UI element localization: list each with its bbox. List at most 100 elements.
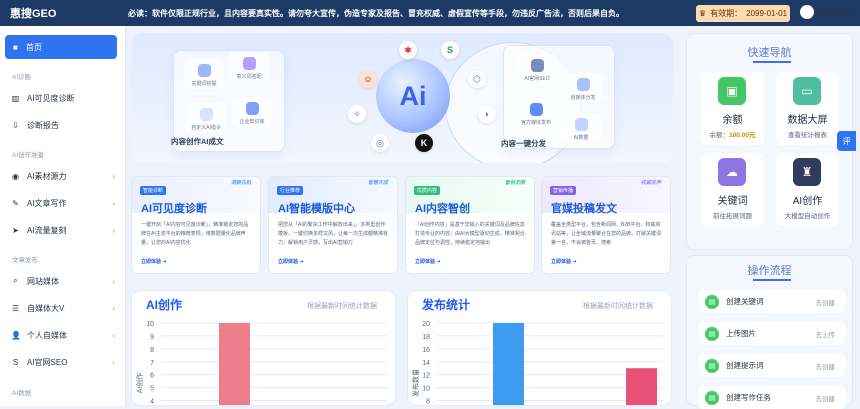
sidebar-item-report[interactable]: ⇩ 诊断报告: [6, 115, 118, 135]
ai-icon: ♜: [793, 158, 821, 186]
sidebar-item-home[interactable]: ■ 首页: [5, 35, 117, 59]
flow-step[interactable]: ▤ 创建提示词 去创建: [699, 354, 845, 377]
step-action[interactable]: 去创建: [816, 393, 836, 403]
tile-ai-create[interactable]: ♜ AI创作 大模型自动创作: [776, 153, 839, 226]
hero-mini-kb: 企业知识库: [232, 97, 272, 127]
edit-icon: ✎: [12, 198, 19, 208]
y-tick-label: 8: [150, 347, 154, 354]
model-logo-icon: ⬡: [468, 70, 486, 88]
sidebar: ■ 首页 AI诊断 ▥ AI可见度诊断 ⇩ 诊断报告 AI创作准备 ◉ AI素材源力 ‹…: [0, 26, 126, 406]
feature-tag: 智能诊断: [140, 186, 167, 195]
sidebar-item-official-seo[interactable]: S AI官网SEO ‹: [6, 352, 118, 372]
hero-banner: 关键词挖掘 意义词名配 自定义AI指令 企业知识库 内容创作AI成文 Ai ✱ …: [131, 33, 673, 163]
wallet-icon: ▣: [718, 77, 746, 105]
step-icon: ▤: [705, 358, 719, 373]
pin-icon: ◉: [12, 171, 19, 181]
chart-title: AI创作: [146, 298, 183, 312]
assistant-avatar-icon: ☺: [359, 70, 377, 88]
feature-slogan: 洞察先机: [230, 180, 251, 186]
avatar[interactable]: [800, 5, 814, 19]
y-axis-label: AI创作: [135, 373, 144, 394]
sidebar-item-label: 自媒体大V: [27, 303, 65, 313]
hero-mini-match: 意义词名配: [229, 52, 269, 82]
list-icon: ☰: [11, 303, 20, 313]
compliance-notice: 必读：软件仅限正规行业，且内容要真实性。请勿夸大宣传，伪造专家及报告、冒充权威、…: [128, 8, 624, 18]
sidebar-item-label: 诊断报告: [27, 120, 59, 130]
chevron-left-icon[interactable]: ‹: [112, 199, 115, 208]
chevron-left-icon[interactable]: ‹: [112, 226, 115, 235]
model-logo-icon: ✱: [399, 41, 417, 59]
feature-title: AI内容智创: [415, 203, 470, 215]
y-tick-label: 18: [422, 334, 430, 341]
chart-bar[interactable]: [219, 323, 250, 406]
sidebar-item-ai-visibility[interactable]: ▥ AI可见度诊断: [6, 88, 118, 108]
chart-bar[interactable]: [493, 323, 524, 406]
chevron-left-icon[interactable]: ‹: [112, 331, 115, 340]
user-menu[interactable]: 惠搜GEO: [800, 5, 851, 19]
y-tick-label: 4: [150, 399, 154, 406]
step-icon: ▤: [705, 390, 719, 405]
feature-slogan: 权威发声: [640, 180, 661, 186]
tile-keyword[interactable]: ☁ 关键词 前往拓展词题: [701, 153, 764, 226]
evaluate-float-button[interactable]: 评: [837, 131, 856, 151]
sidebar-item-web-media[interactable]: ⌕ 网站媒体 ‹: [6, 271, 118, 291]
feature-slogan: 智创无限: [504, 180, 525, 186]
sidebar-item-kol[interactable]: ☰ 自媒体大V ‹: [6, 298, 118, 318]
tile-balance[interactable]: ▣ 余额 余额：100.00元: [701, 72, 764, 145]
feature-more-link[interactable]: 立即体验 ➜: [141, 258, 167, 265]
sidebar-item-personal-media[interactable]: 👤 个人自媒体 ‹: [6, 325, 118, 345]
tile-data-screen[interactable]: ▭ 数据大屏 查看统计报表: [776, 72, 839, 145]
seo-icon: S: [12, 357, 19, 367]
y-tick-label: 7: [150, 360, 154, 367]
feature-card-visibility[interactable]: 智能诊断 洞察先机 AI可见度诊断 一键开启「AI内容可见度诊断」，精准锁定您的品牌…: [131, 176, 261, 274]
step-action[interactable]: 去创建: [816, 297, 836, 307]
step-action[interactable]: 去创建: [816, 361, 836, 371]
feature-more-link[interactable]: 立即体验 ➜: [551, 258, 577, 265]
feature-card-official[interactable]: 营销传播 权威发声 官媒投稿发文 覆盖全类型平台，包含新闻网、B2B平台、权威资讯站…: [541, 176, 671, 274]
sidebar-item-material[interactable]: ◉ AI素材源力 ‹: [6, 166, 118, 186]
chart-title: 发布统计: [422, 298, 471, 312]
publish-chart-panel: 发布统计 根据最新时间统计数据 20 18 16 14 12 10 8 发布数量: [407, 290, 672, 406]
chart-bar[interactable]: [626, 368, 657, 406]
sidebar-section-title: AI数据: [12, 390, 32, 397]
sidebar-item-label: AI流量复刻: [27, 225, 67, 235]
brand-logo[interactable]: 惠搜GEO: [0, 5, 128, 21]
sidebar-item-writing[interactable]: ✎ AI文章写作 ‹: [6, 193, 118, 213]
chevron-left-icon[interactable]: ‹: [112, 358, 115, 367]
y-axis-label: 发布数量: [411, 369, 420, 397]
quick-nav-title: 快速导航: [747, 47, 792, 59]
y-tick-label: 5: [150, 386, 154, 393]
feature-more-link[interactable]: 立即体验 ➜: [415, 258, 441, 265]
step-icon: ▤: [705, 326, 719, 341]
chevron-left-icon[interactable]: ‹: [112, 277, 115, 286]
sidebar-item-label: 首页: [25, 42, 42, 52]
model-logo-icon: ✧: [348, 105, 366, 123]
quick-nav-panel: 快速导航 ▣ 余额 余额：100.00元 ▭ 数据大屏 查看统计报表 ☁ 关键词…: [686, 33, 853, 250]
sidebar-item-traffic[interactable]: ➤ AI流量复刻 ‹: [6, 220, 118, 240]
feature-card-template[interactable]: 行业推荐 智慧天成 AI智能模版中心 把您从「AI的繁杂工作中解放出来」，多类型创作…: [268, 176, 398, 274]
sidebar-section-title: 文章发布: [12, 257, 38, 264]
model-logo-icon: S: [441, 41, 459, 59]
feature-more-link[interactable]: 立即体验 ➜: [278, 258, 304, 265]
feature-desc: 把您从「AI的繁杂工作中解放出来」，多类型创作模板，一键切换多样文风，让每一次生…: [278, 222, 389, 246]
feature-card-content[interactable]: 优质内容 智创无限 AI内容智创 「AI创作内容」是基于您输入的关键词及品牌信息打造…: [405, 176, 535, 274]
y-tick-label: 20: [422, 321, 430, 328]
chevron-left-icon[interactable]: ‹: [112, 304, 115, 313]
sidebar-item-label: 个人自媒体: [27, 330, 67, 340]
expire-date: 2099-01-01: [746, 9, 788, 18]
feature-desc: 覆盖全类型平台，包含新闻网、B2B平台、权威资讯站等，让全域流量聚合在您的品牌，…: [551, 222, 662, 246]
step-action[interactable]: 去上传: [816, 329, 836, 339]
hero-left-label: 内容创作AI成文: [171, 137, 224, 146]
sidebar-item-label: AI文章写作: [27, 198, 67, 208]
hero-mini-prompt: 自定义AI指令: [186, 103, 226, 133]
ai-core-icon: Ai: [376, 59, 450, 133]
y-tick-label: 8: [426, 399, 430, 406]
sidebar-section-title: AI诊断: [12, 74, 32, 81]
hero-mini-data: AI数据: [561, 113, 601, 143]
feature-tag: 营销传播: [550, 186, 577, 195]
hero-mini-keyword: 关键词挖掘: [184, 59, 224, 89]
crown-icon: ♛: [698, 9, 707, 18]
flow-step[interactable]: ▤ 上传图片 去上传: [699, 322, 845, 345]
flow-step[interactable]: ▤ 创建关键词 去创建: [699, 290, 845, 313]
chevron-left-icon[interactable]: ‹: [112, 172, 115, 181]
